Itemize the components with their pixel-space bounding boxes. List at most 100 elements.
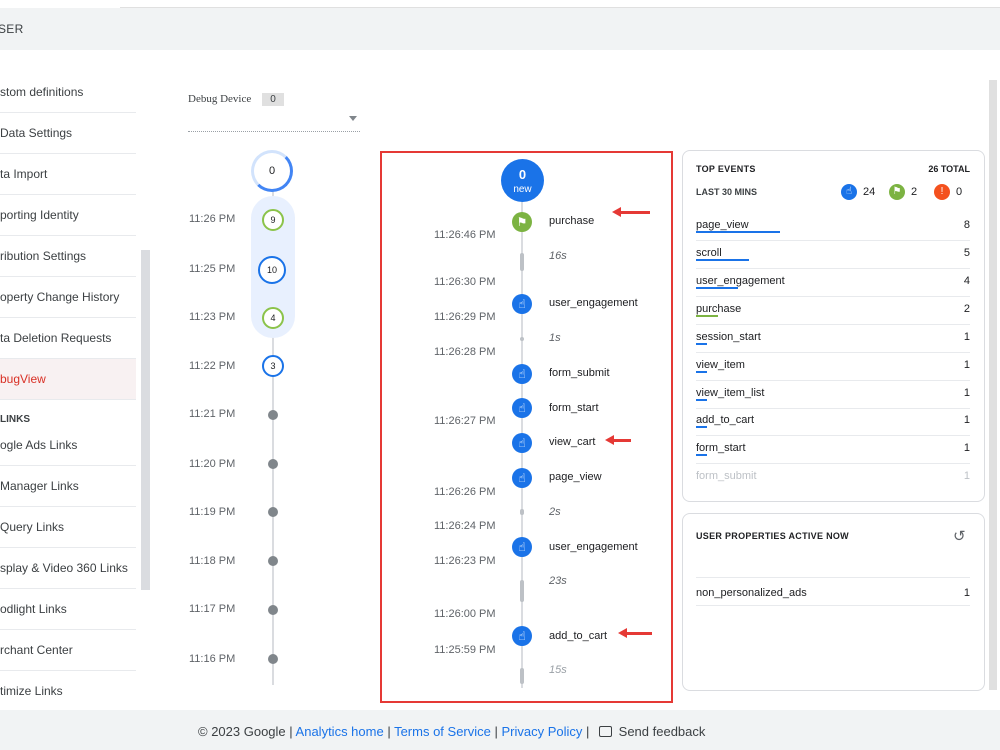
sidebar-item-property-change-history[interactable]: operty Change History bbox=[0, 277, 136, 318]
top-event-row[interactable]: form_submit 1 bbox=[696, 464, 970, 492]
minute-time: 11:16 PM bbox=[189, 653, 236, 665]
stream-event[interactable]: view_cart bbox=[549, 436, 595, 448]
stream-event[interactable]: page_view bbox=[549, 471, 602, 483]
sidebar-item-label: Data Settings bbox=[0, 126, 73, 140]
sidebar-item-data-settings[interactable]: Data Settings bbox=[0, 113, 136, 154]
top-event-row[interactable]: add_to_cart 1 bbox=[696, 408, 970, 436]
sidebar-item-attribution-settings[interactable]: ribution Settings bbox=[0, 236, 136, 277]
minute-node[interactable]: 9 bbox=[262, 209, 284, 231]
sidebar-item-floodlight-links[interactable]: odlight Links bbox=[0, 589, 136, 630]
touch-event-icon[interactable]: ☝ bbox=[512, 364, 532, 384]
debug-device-count-badge: 0 bbox=[262, 93, 284, 106]
top-event-count: 1 bbox=[963, 414, 970, 426]
minute-time: 11:25 PM bbox=[189, 263, 236, 275]
top-event-row[interactable]: user_engagement 4 bbox=[696, 269, 970, 297]
top-event-name: user_engagement bbox=[696, 275, 785, 287]
sidebar-item-custom-definitions[interactable]: stom definitions bbox=[0, 72, 136, 113]
top-event-count: 4 bbox=[963, 275, 970, 287]
top-event-row[interactable]: page_view 8 bbox=[696, 213, 970, 241]
event-duration: 1s bbox=[549, 332, 561, 344]
new-events-counter[interactable]: 0 new bbox=[501, 159, 544, 202]
sidebar-item-optimize-links[interactable]: timize Links bbox=[0, 671, 136, 712]
top-event-count: 1 bbox=[963, 387, 970, 399]
top-event-row[interactable]: purchase 2 bbox=[696, 297, 970, 325]
stream-event[interactable]: form_submit bbox=[549, 367, 610, 379]
privacy-policy-link[interactable]: Privacy Policy bbox=[502, 724, 583, 739]
sidebar-scrollbar[interactable] bbox=[141, 250, 150, 590]
touch-event-icon[interactable]: ☝ bbox=[512, 294, 532, 314]
top-event-count: 1 bbox=[963, 442, 970, 454]
events-count-badge: ☝ 24 bbox=[841, 184, 875, 200]
minute-dot[interactable] bbox=[268, 459, 278, 469]
minute-dot[interactable] bbox=[268, 605, 278, 615]
event-time: 11:26:27 PM bbox=[434, 415, 496, 427]
event-time: 11:26:46 PM bbox=[434, 229, 496, 241]
top-event-count: 1 bbox=[963, 359, 970, 371]
user-property-row[interactable]: non_personalized_ads 1 bbox=[696, 587, 970, 599]
top-event-row[interactable]: form_start 1 bbox=[696, 436, 970, 464]
top-event-bar bbox=[696, 399, 707, 401]
stream-event[interactable]: purchase bbox=[549, 215, 594, 227]
sidebar-item-data-deletion-requests[interactable]: ta Deletion Requests bbox=[0, 318, 136, 359]
new-events-count: 0 bbox=[518, 167, 527, 182]
sidebar-item-label: bugView bbox=[0, 372, 46, 386]
sidebar-item-display-video-links[interactable]: splay & Video 360 Links bbox=[0, 548, 136, 589]
top-event-row[interactable]: view_item 1 bbox=[696, 353, 970, 381]
minute-dot[interactable] bbox=[268, 507, 278, 517]
terms-of-service-link[interactable]: Terms of Service bbox=[394, 724, 491, 739]
stream-event[interactable]: form_start bbox=[549, 402, 599, 414]
minute-dot[interactable] bbox=[268, 654, 278, 664]
events-count: 24 bbox=[863, 186, 876, 198]
sidebar-item-label: operty Change History bbox=[0, 290, 120, 304]
sidebar-item-google-ads-links[interactable]: ogle Ads Links bbox=[0, 425, 136, 466]
feedback-icon[interactable] bbox=[599, 726, 613, 737]
event-duration: 23s bbox=[549, 575, 567, 587]
minutes-timeline-top-counter[interactable]: 0 bbox=[251, 150, 293, 192]
minute-dot[interactable] bbox=[268, 556, 278, 566]
debug-device-select[interactable] bbox=[188, 114, 360, 132]
touch-event-icon[interactable]: ☝ bbox=[512, 398, 532, 418]
sidebar-item-label: Manager Links bbox=[0, 479, 79, 493]
analytics-home-link[interactable]: Analytics home bbox=[296, 724, 384, 739]
touch-event-icon[interactable]: ☝ bbox=[512, 626, 532, 646]
history-icon[interactable]: ↺ bbox=[953, 527, 966, 545]
touch-event-icon[interactable]: ☝ bbox=[512, 468, 532, 488]
minute-time: 11:17 PM bbox=[189, 603, 236, 615]
minute-time: 11:26 PM bbox=[189, 213, 236, 225]
top-event-name: scroll bbox=[696, 247, 722, 259]
minute-time: 11:22 PM bbox=[189, 360, 236, 372]
top-event-name: form_start bbox=[696, 442, 746, 454]
sidebar-item-ad-manager-links[interactable]: Manager Links bbox=[0, 466, 136, 507]
event-duration: 2s bbox=[549, 506, 561, 518]
sidebar-item-reporting-identity[interactable]: porting Identity bbox=[0, 195, 136, 236]
minute-node[interactable]: 3 bbox=[262, 355, 284, 377]
stream-event[interactable]: user_engagement bbox=[549, 541, 638, 553]
minute-dot[interactable] bbox=[268, 410, 278, 420]
send-feedback-link[interactable]: Send feedback bbox=[619, 724, 706, 739]
sidebar-item-debugview[interactable]: bugView bbox=[0, 359, 136, 400]
minute-node[interactable]: 4 bbox=[262, 307, 284, 329]
sidebar-item-data-import[interactable]: ta Import bbox=[0, 154, 136, 195]
event-time: 11:25:59 PM bbox=[434, 644, 496, 656]
sidebar-item-merchant-center[interactable]: rchant Center bbox=[0, 630, 136, 671]
stream-event[interactable]: user_engagement bbox=[549, 297, 638, 309]
new-events-label: new bbox=[513, 184, 532, 195]
top-event-row[interactable]: view_item_list 1 bbox=[696, 381, 970, 409]
top-event-count: 8 bbox=[963, 219, 970, 231]
page-scrollbar[interactable] bbox=[989, 80, 997, 690]
event-time: 11:26:00 PM bbox=[434, 608, 496, 620]
conversions-count-badge: ⚑ 2 bbox=[889, 184, 917, 200]
touch-event-icon[interactable]: ☝ bbox=[512, 433, 532, 453]
top-event-row[interactable]: session_start 1 bbox=[696, 325, 970, 353]
minute-node[interactable]: 10 bbox=[258, 256, 286, 284]
conversions-count: 2 bbox=[911, 186, 918, 198]
stream-event[interactable]: add_to_cart bbox=[549, 630, 607, 642]
touch-event-icon[interactable]: ☝ bbox=[512, 537, 532, 557]
top-event-row[interactable]: scroll 5 bbox=[696, 241, 970, 269]
top-event-name: session_start bbox=[696, 331, 761, 343]
conversion-flag-icon[interactable]: ⚑ bbox=[512, 212, 532, 232]
sidebar-item-bigquery-links[interactable]: Query Links bbox=[0, 507, 136, 548]
red-arrow-annotation bbox=[612, 207, 650, 217]
chevron-down-icon[interactable] bbox=[349, 116, 357, 121]
seconds-stream-panel bbox=[380, 151, 673, 703]
